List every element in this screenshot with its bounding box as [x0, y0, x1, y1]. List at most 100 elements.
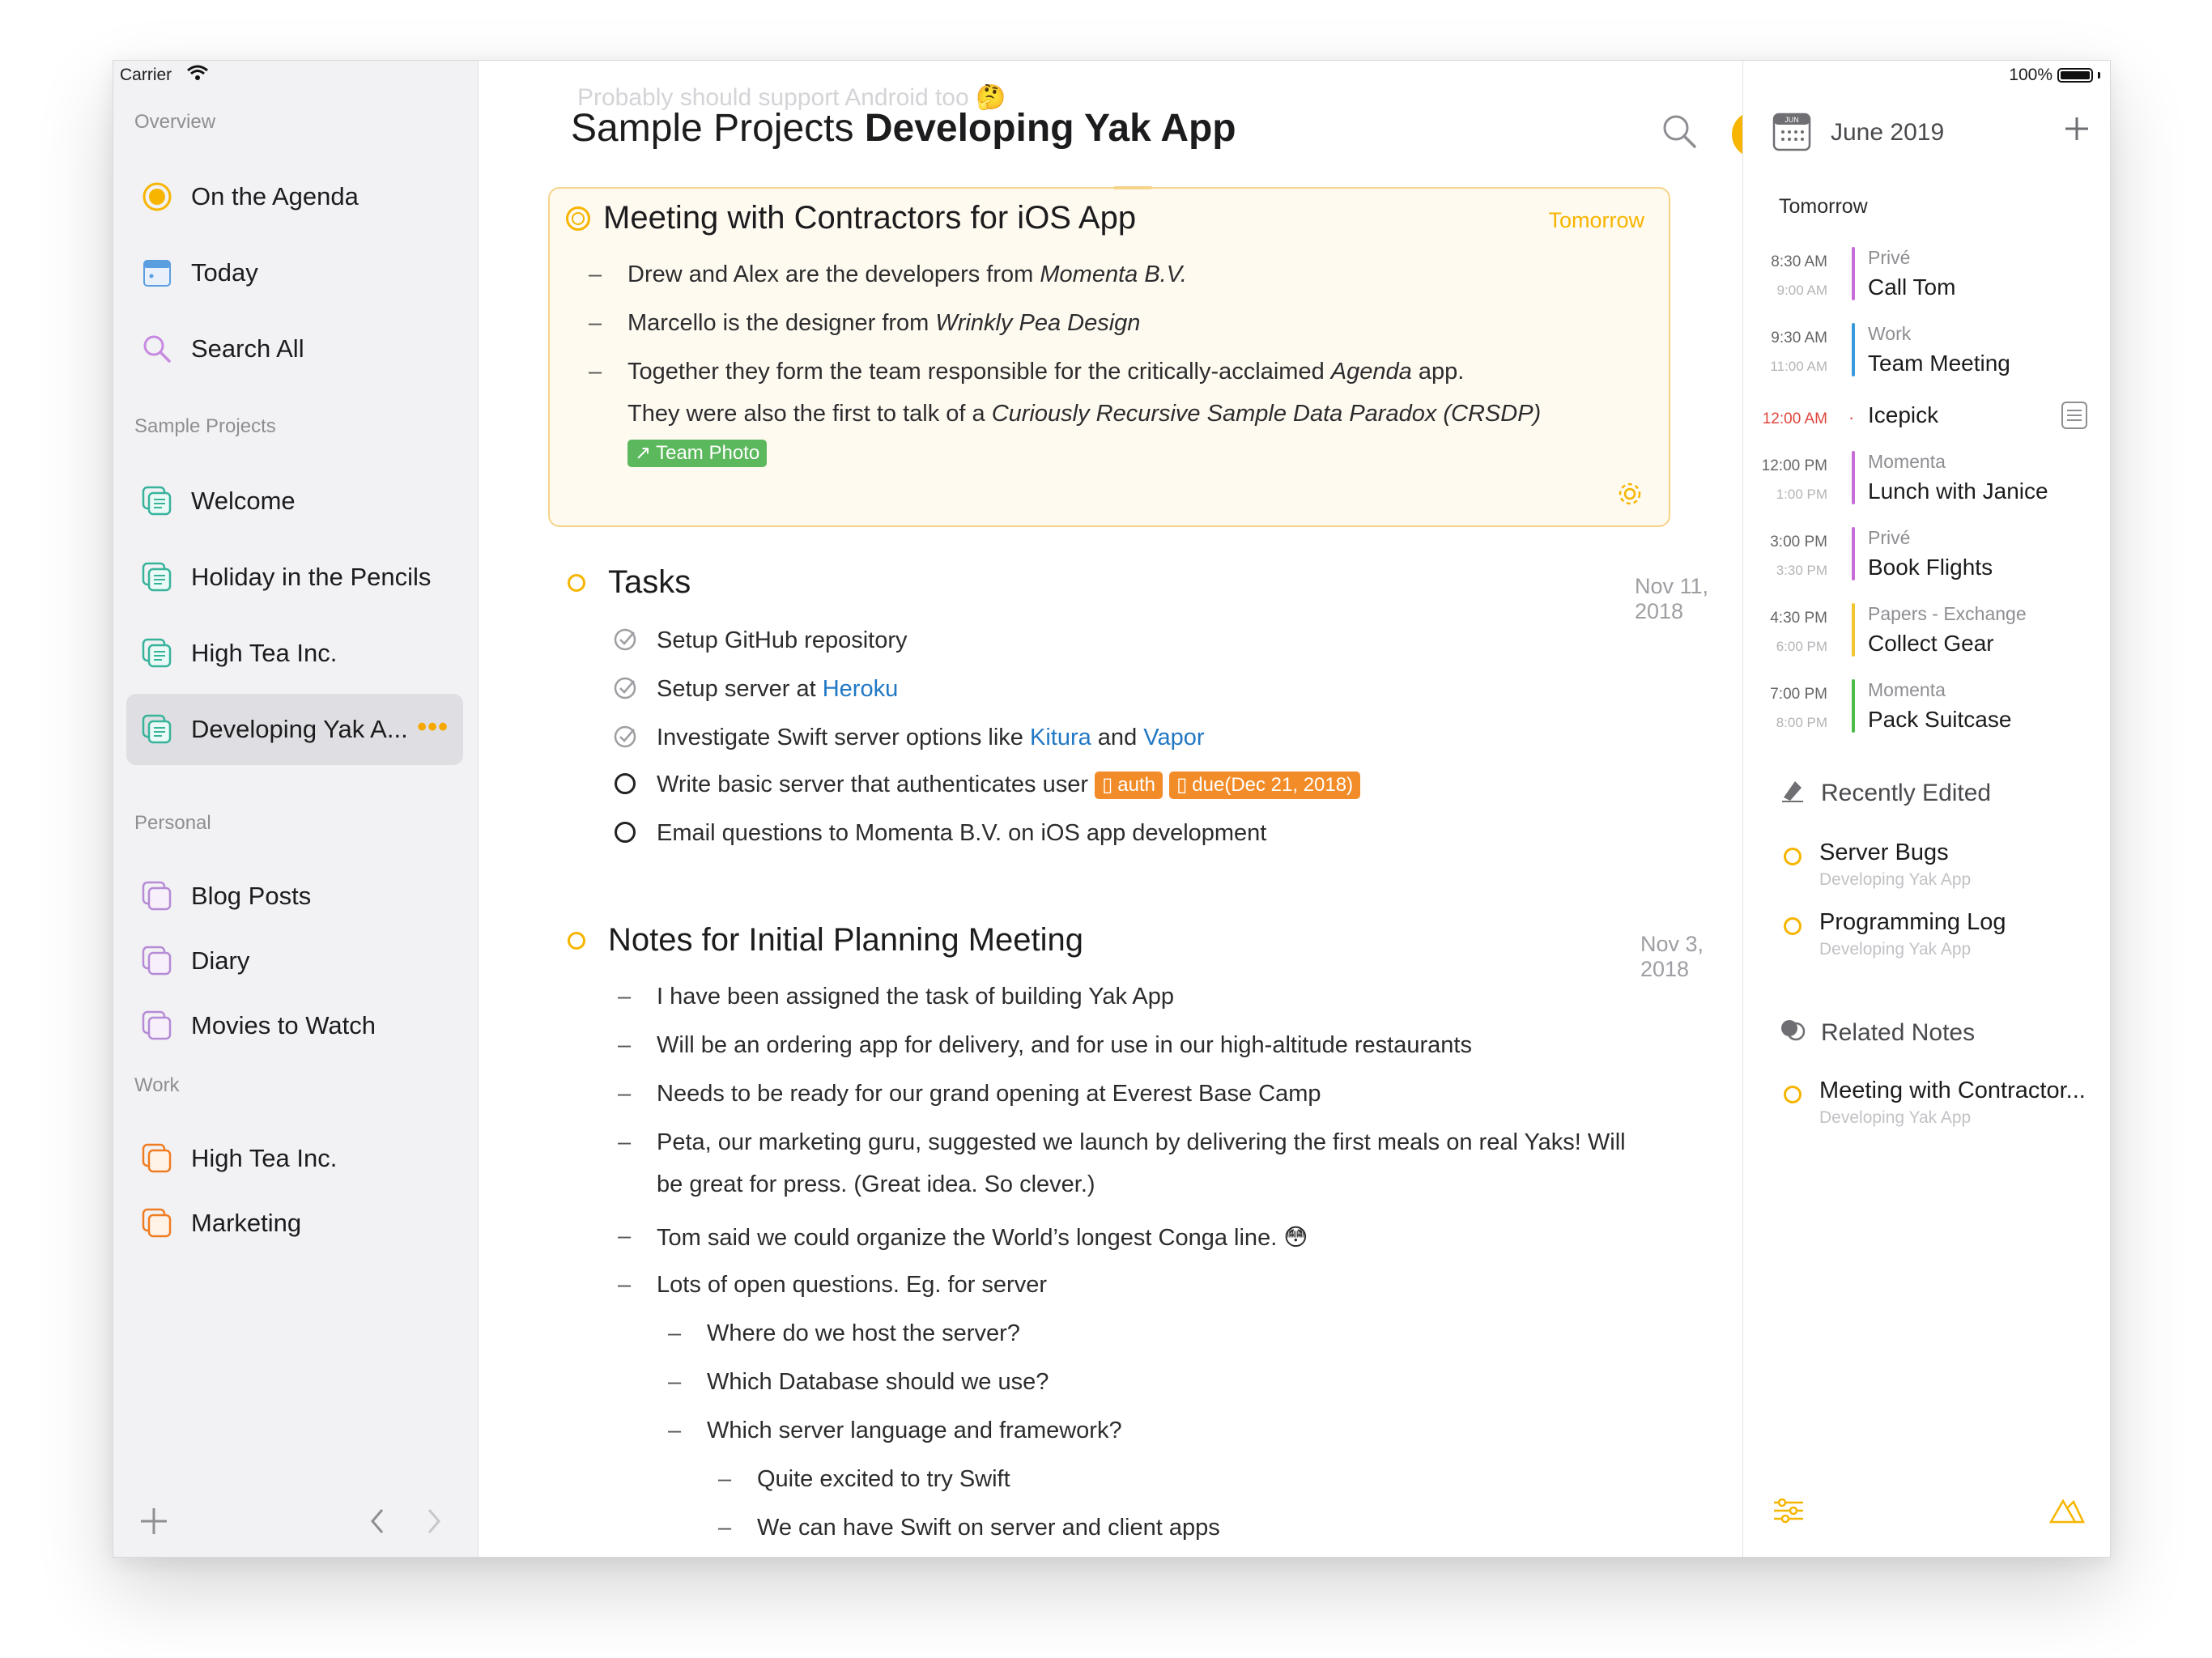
note-line[interactable]: Peta, our marketing guru, suggested we l…: [657, 1129, 1626, 1156]
note-line[interactable]: I have been assigned the task of buildin…: [657, 984, 1174, 1010]
task-item[interactable]: Email questions to Momenta B.V. on iOS a…: [657, 820, 1266, 847]
section-title-sample-projects: Sample Projects: [134, 415, 276, 437]
recent-note[interactable]: Programming Log Developing Yak App: [1784, 909, 2108, 966]
calendar-event[interactable]: 8:30 AM 9:00 AM Privé Call Tom: [1743, 244, 2110, 308]
sidebar-item-welcome[interactable]: Welcome: [126, 466, 463, 537]
calendar-month[interactable]: June 2019: [1831, 119, 1944, 147]
category-icon: [141, 945, 173, 977]
carrier-label: Carrier: [120, 66, 172, 84]
sidebar-item-today[interactable]: Today: [126, 237, 463, 308]
filter-icon[interactable]: [1772, 1497, 1805, 1528]
note-line[interactable]: be great for press. (Great idea. So clev…: [657, 1171, 1095, 1198]
note-date[interactable]: Tomorrow: [1548, 208, 1644, 233]
sidebar-item-movies-to-watch[interactable]: Movies to Watch: [126, 990, 463, 1061]
battery-indicator: 100%: [2009, 66, 2100, 85]
mountain-icon[interactable]: [2048, 1497, 2085, 1528]
note-line[interactable]: Will be an ordering app for delivery, an…: [657, 1032, 1472, 1059]
checkbox-empty-icon[interactable]: [615, 822, 636, 843]
calendar-event[interactable]: 7:00 PM 8:00 PM Momenta Pack Suitcase: [1743, 676, 2110, 741]
task-item[interactable]: Setup GitHub repository: [657, 627, 907, 654]
checkbox-checked-icon[interactable]: [613, 725, 637, 749]
note-title[interactable]: Tasks: [608, 564, 691, 601]
add-event-button[interactable]: [2062, 113, 2091, 149]
note-card-meeting[interactable]: Meeting with Contractors for iOS App Tom…: [548, 186, 1670, 527]
tag-icon: ▯: [1176, 774, 1188, 797]
task-item[interactable]: Write basic server that authenticates us…: [657, 772, 1361, 800]
project-icon: [141, 637, 173, 670]
more-options-icon[interactable]: •••: [417, 712, 449, 743]
sidebar-item-label: Developing Yak A...: [191, 715, 408, 743]
back-button[interactable]: [366, 1505, 390, 1541]
note-line[interactable]: Lots of open questions. Eg. for server: [657, 1272, 1047, 1299]
sidebar-item-high-tea-inc-work[interactable]: High Tea Inc.: [126, 1123, 463, 1194]
note-date[interactable]: Nov 11, 2018: [1635, 574, 1742, 624]
sidebar-item-developing-yak-app[interactable]: Developing Yak A... •••: [126, 694, 463, 765]
tag-icon: ▯: [1102, 774, 1113, 797]
sidebar-item-on-the-agenda[interactable]: On the Agenda: [126, 161, 463, 232]
agenda-status-icon[interactable]: [566, 206, 590, 231]
calendar-event[interactable]: 3:00 PM 3:30 PM Privé Book Flights: [1743, 524, 2110, 589]
note-status-icon[interactable]: [568, 931, 585, 950]
note-title[interactable]: Notes for Initial Planning Meeting: [608, 922, 1083, 959]
forward-button[interactable]: [421, 1505, 445, 1541]
note-line[interactable]: Drew and Alex are the developers from Mo…: [627, 261, 1187, 288]
note-status-icon[interactable]: [568, 573, 585, 592]
note-line[interactable]: They were also the first to talk of a Cu…: [627, 401, 1541, 427]
sidebar-item-label: Movies to Watch: [191, 1011, 376, 1039]
sidebar-item-blog-posts[interactable]: Blog Posts: [126, 861, 463, 932]
drag-handle[interactable]: [1113, 186, 1152, 189]
calendar-event[interactable]: 4:30 PM 6:00 PM Papers - Exchange Collect …: [1743, 600, 2110, 665]
sidebar-item-high-tea-inc[interactable]: High Tea Inc.: [126, 618, 463, 689]
calendar-event[interactable]: 12:00 PM 1:00 PM Momenta Lunch with Janice: [1743, 448, 2110, 512]
note-line[interactable]: Needs to be ready for our grand opening …: [657, 1081, 1321, 1107]
sidebar-item-label: Today: [191, 258, 258, 287]
task-item[interactable]: Setup server at Heroku: [657, 676, 898, 703]
sidebar-toolbar: [113, 1492, 478, 1557]
attachment-tag[interactable]: ↗ Team Photo: [627, 440, 768, 468]
sidebar: Overview On the Agenda Today Search All …: [113, 61, 479, 1557]
note-line[interactable]: We can have Swift on server and client a…: [757, 1515, 1220, 1541]
note-line[interactable]: Together they form the team responsible …: [627, 359, 1464, 385]
calendar-header: JUN June 2019: [1743, 113, 2110, 155]
right-panel: JUN June 2019 Tomorrow 8:30 AM 9:00 AM Pr…: [1742, 61, 2110, 1557]
note-line[interactable]: Which Database should we use?: [707, 1369, 1049, 1396]
recent-note[interactable]: Server Bugs Developing Yak App: [1784, 840, 2108, 896]
note-icon[interactable]: [2061, 401, 2088, 434]
note-date[interactable]: Nov 3, 2018: [1640, 932, 1742, 982]
ipad-screen: Carrier 100% Overview On the Agenda Toda…: [113, 60, 2111, 1558]
link-kitura: Kitura: [1029, 725, 1091, 750]
sidebar-item-holiday-in-the-pencils[interactable]: Holiday in the Pencils: [126, 542, 463, 613]
tag-due-date[interactable]: ▯ due(Dec 21, 2018): [1169, 772, 1361, 800]
category-icon: [141, 1207, 173, 1239]
sidebar-item-label: Blog Posts: [191, 882, 312, 910]
sidebar-item-label: Welcome: [191, 487, 296, 515]
note-line[interactable]: Marcello is the designer from Wrinkly Pe…: [627, 310, 1140, 337]
related-note[interactable]: Meeting with Contractor... Developing Yak…: [1784, 1078, 2108, 1134]
calendar-event[interactable]: 9:30 AM 11:00 AM Work Team Meeting: [1743, 320, 2110, 385]
checkbox-checked-icon[interactable]: [613, 627, 637, 652]
related-icon: [1779, 1016, 1806, 1050]
note-title[interactable]: Meeting with Contractors for iOS App: [603, 200, 1136, 236]
link-icon: ↗: [635, 442, 652, 465]
project-icon: [141, 485, 173, 517]
tag-auth[interactable]: ▯ auth: [1095, 772, 1163, 800]
task-item[interactable]: Investigate Swift server options like Ki…: [657, 725, 1204, 751]
note-line[interactable]: Quite excited to try Swift: [757, 1466, 1010, 1493]
gear-icon[interactable]: [1615, 479, 1644, 512]
sidebar-item-marketing[interactable]: Marketing: [126, 1188, 463, 1259]
calendar-icon[interactable]: JUN: [1772, 113, 1811, 155]
sidebar-item-label: High Tea Inc.: [191, 1144, 338, 1172]
checkbox-empty-icon[interactable]: [615, 773, 636, 794]
add-category-button[interactable]: [138, 1505, 170, 1541]
day-label: Tomorrow: [1779, 195, 1868, 218]
project-icon: [141, 561, 173, 593]
calendar-event[interactable]: 12:00 AM · Icepick: [1743, 396, 2110, 436]
checkbox-checked-icon[interactable]: [613, 676, 637, 700]
note-line[interactable]: Tom said we could organize the World’s l…: [657, 1223, 1308, 1252]
sidebar-item-search-all[interactable]: Search All: [126, 313, 463, 385]
note-line[interactable]: Which server language and framework?: [707, 1418, 1122, 1444]
sidebar-item-diary[interactable]: Diary: [126, 925, 463, 997]
search-button[interactable]: [1661, 113, 1698, 154]
category-icon: [141, 880, 173, 912]
note-line[interactable]: Where do we host the server?: [707, 1320, 1020, 1347]
